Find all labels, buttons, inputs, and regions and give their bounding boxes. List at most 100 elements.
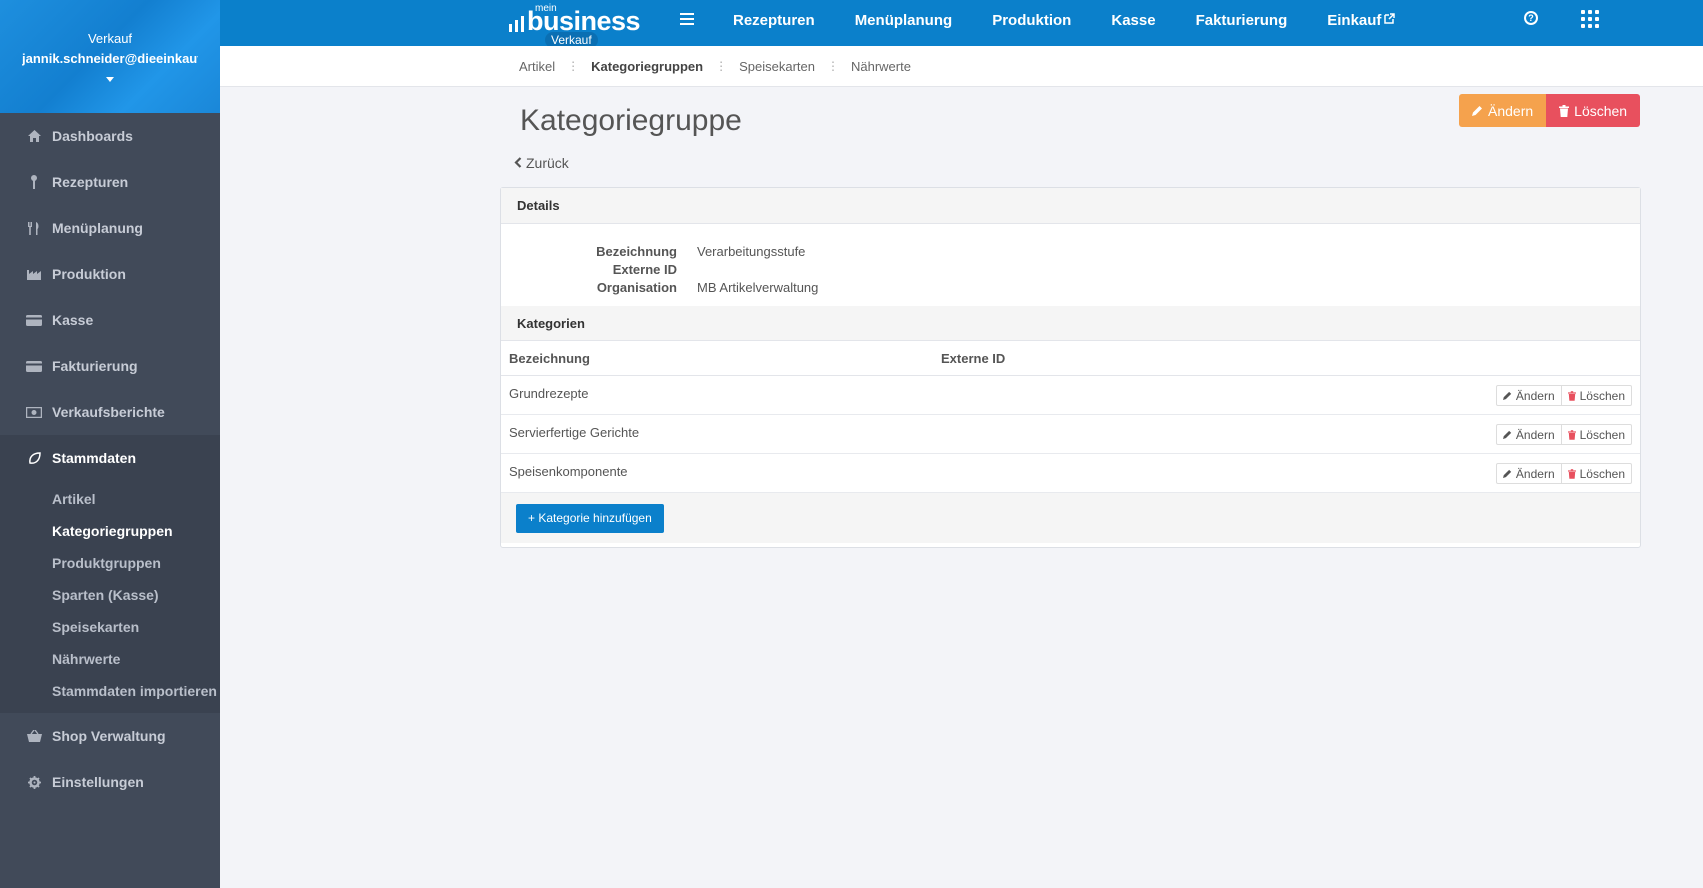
detail-value: Verarbeitungsstufe	[697, 243, 806, 259]
sidebar-item-kasse[interactable]: Kasse	[0, 297, 220, 343]
subnav-separator: ⋮	[826, 59, 839, 73]
details-header: Details	[501, 188, 1640, 224]
details-list: Bezeichnung Verarbeitungsstufe Externe I…	[501, 224, 1640, 306]
delete-button[interactable]: Löschen	[1546, 94, 1641, 127]
sidebar-subitem-produktgruppen[interactable]: Produktgruppen	[0, 547, 220, 579]
sidebar-item-einstellungen[interactable]: Einstellungen	[0, 759, 220, 805]
detail-value: MB Artikelverwaltung	[697, 279, 819, 295]
back-link-label: Zurück	[526, 155, 569, 171]
column-header-external-id: Externe ID	[941, 350, 1006, 366]
row-delete-label: Löschen	[1579, 388, 1625, 403]
sidebar-subnav: Artikel Kategoriegruppen Produktgruppen …	[0, 481, 220, 713]
row-edit-label: Ändern	[1515, 388, 1555, 403]
sidebar-item-label: Dashboards	[52, 128, 133, 144]
topnav-menueplanung[interactable]: Menüplanung	[855, 12, 953, 29]
user-role: Verkauf	[87, 31, 133, 46]
subnav-separator: ⋮	[567, 59, 580, 73]
help-icon[interactable]: ?	[1524, 11, 1538, 25]
spoon-icon	[26, 175, 42, 189]
sidebar-subitem-naehrwerte[interactable]: Nährwerte	[0, 643, 220, 675]
card-footer: + Kategorie hinzufügen	[501, 493, 1640, 543]
sidebar-item-verkaufsberichte[interactable]: Verkaufsberichte	[0, 389, 220, 435]
pencil-icon	[1502, 391, 1512, 400]
trash-icon	[1567, 429, 1576, 440]
user-panel[interactable]: Verkauf jannik.schneider@dieeinkauf	[0, 0, 220, 113]
sidebar-item-rezepturen[interactable]: Rezepturen	[0, 159, 220, 205]
topnav-einkauf-label: Einkauf	[1327, 11, 1382, 29]
top-nav: Rezepturen Menüplanung Produktion Kasse …	[733, 0, 1435, 40]
subnav-kategoriegruppen[interactable]: Kategoriegruppen	[591, 59, 703, 74]
sidebar: Verkauf jannik.schneider@dieeinkauf Dash…	[0, 0, 220, 888]
subnav-naehrwerte[interactable]: Nährwerte	[851, 59, 911, 74]
category-name: Grundrezepte	[509, 386, 589, 401]
detail-row: Bezeichnung Verarbeitungsstufe	[501, 242, 1640, 260]
sidebar-subitem-stammdaten-importieren[interactable]: Stammdaten importieren	[0, 675, 220, 707]
sidebar-item-label: Kasse	[52, 312, 94, 328]
subnav-artikel[interactable]: Artikel	[519, 59, 555, 74]
card-icon	[26, 360, 42, 372]
brand-logo[interactable]: mein business Verkauf	[509, 2, 641, 48]
row-delete-label: Löschen	[1579, 466, 1625, 481]
chevron-down-icon[interactable]	[106, 77, 114, 82]
pencil-icon	[1502, 430, 1512, 439]
subnav-separator: ⋮	[715, 59, 728, 73]
trash-icon	[1559, 104, 1570, 117]
row-delete-button[interactable]: Löschen	[1561, 385, 1632, 406]
category-name: Servierfertige Gerichte	[509, 425, 640, 440]
row-edit-button[interactable]: Ändern	[1495, 463, 1562, 484]
cutlery-icon	[26, 221, 42, 235]
detail-row: Externe ID	[501, 260, 1640, 278]
delete-button-label: Löschen	[1574, 102, 1628, 119]
sidebar-item-fakturierung[interactable]: Fakturierung	[0, 343, 220, 389]
sidebar-item-label: Rezepturen	[52, 174, 129, 190]
sidebar-subitem-kategoriegruppen[interactable]: Kategoriegruppen	[0, 515, 220, 547]
factory-icon	[26, 268, 42, 280]
add-category-button[interactable]: + Kategorie hinzufügen	[516, 503, 664, 533]
sidebar-item-menueplanung[interactable]: Menüplanung	[0, 205, 220, 251]
pencil-icon	[1502, 469, 1512, 478]
sidebar-item-produktion[interactable]: Produktion	[0, 251, 220, 297]
detail-label: Externe ID	[612, 261, 677, 277]
topnav-kasse[interactable]: Kasse	[1111, 12, 1155, 29]
user-email: jannik.schneider@dieeinkauf	[22, 51, 198, 66]
page-actions: Ändern Löschen	[1459, 94, 1641, 127]
sidebar-item-label: Menüplanung	[52, 220, 143, 236]
topnav-rezepturen[interactable]: Rezepturen	[733, 12, 815, 29]
topnav-fakturierung[interactable]: Fakturierung	[1196, 12, 1288, 29]
edit-button-label: Ändern	[1488, 102, 1534, 119]
trash-icon	[1567, 390, 1576, 401]
row-actions: Ändern Löschen	[1495, 424, 1632, 445]
sidebar-item-dashboards[interactable]: Dashboards	[0, 113, 220, 159]
sidebar-item-stammdaten[interactable]: Stammdaten	[0, 435, 220, 481]
row-edit-button[interactable]: Ändern	[1495, 424, 1562, 445]
sidebar-item-label: Fakturierung	[52, 358, 138, 374]
table-row: Speisenkomponente Ändern Löschen	[501, 454, 1640, 493]
topnav-einkauf[interactable]: Einkauf	[1327, 11, 1396, 29]
sidebar-subitem-sparten[interactable]: Sparten (Kasse)	[0, 579, 220, 611]
row-actions: Ändern Löschen	[1495, 385, 1632, 406]
sidebar-subitem-speisekarten[interactable]: Speisekarten	[0, 611, 220, 643]
row-delete-button[interactable]: Löschen	[1561, 463, 1632, 484]
apps-grid-icon[interactable]	[1581, 10, 1599, 28]
section-subnav: Artikel ⋮ Kategoriegruppen ⋮ Speisekarte…	[220, 46, 1703, 87]
sidebar-item-label: Shop Verwaltung	[52, 728, 166, 744]
row-edit-button[interactable]: Ändern	[1495, 385, 1562, 406]
table-row: Servierfertige Gerichte Ändern Löschen	[501, 415, 1640, 454]
menu-icon[interactable]	[680, 13, 694, 28]
topnav-produktion[interactable]: Produktion	[992, 12, 1071, 29]
sidebar-nav: Dashboards Rezepturen Menüplanung Produk…	[0, 113, 220, 481]
chevron-left-icon	[514, 157, 522, 168]
subnav-speisekarten[interactable]: Speisekarten	[739, 59, 815, 74]
sidebar-item-shop-verwaltung[interactable]: Shop Verwaltung	[0, 713, 220, 759]
top-navbar: mein business Verkauf Rezepturen Menüpla…	[220, 0, 1703, 48]
row-delete-button[interactable]: Löschen	[1561, 424, 1632, 445]
row-edit-label: Ändern	[1515, 427, 1555, 442]
sidebar-item-label: Produktion	[52, 266, 126, 282]
sidebar-item-label: Verkaufsberichte	[52, 404, 165, 420]
trash-icon	[1567, 468, 1576, 479]
edit-button[interactable]: Ändern	[1459, 94, 1547, 127]
sidebar-subitem-artikel[interactable]: Artikel	[0, 483, 220, 515]
detail-label: Bezeichnung	[596, 243, 677, 259]
back-link[interactable]: Zurück	[514, 155, 569, 171]
category-name: Speisenkomponente	[509, 464, 628, 479]
